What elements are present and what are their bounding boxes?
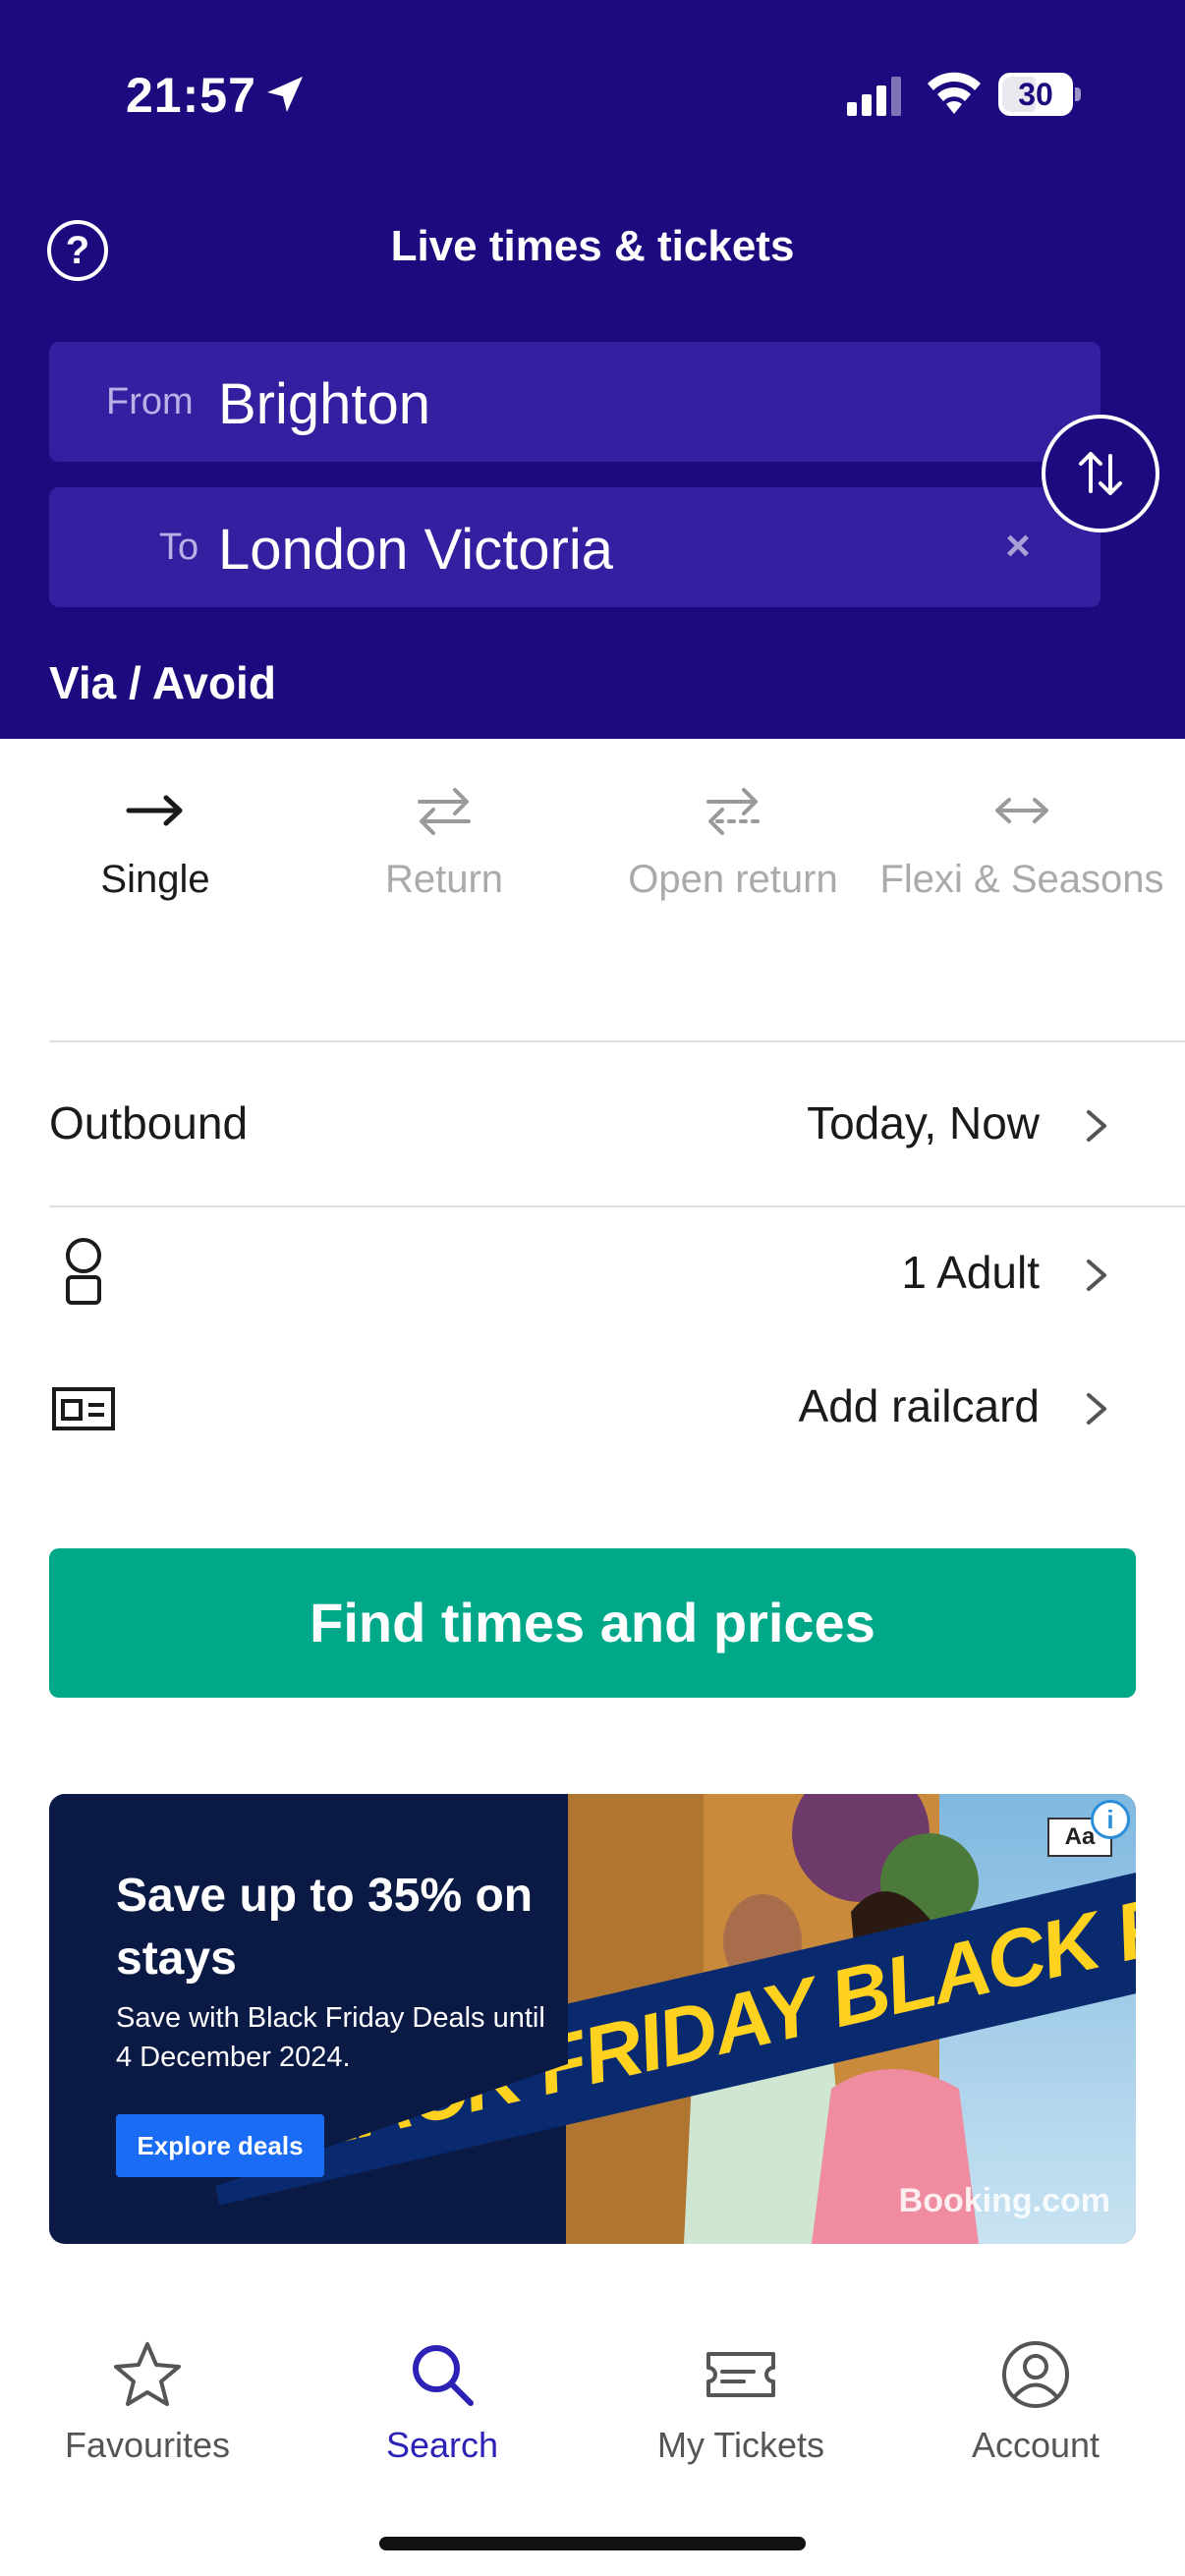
chevron-right-icon (1087, 1260, 1106, 1291)
arrows-return-icon (418, 788, 471, 835)
bottom-nav: Favourites Search My Tickets Account (0, 2319, 1185, 2476)
journey-type-tabs: Single Return Open return Flexi & Season… (0, 776, 1185, 1002)
info-icon[interactable]: i (1091, 1800, 1130, 1839)
status-time: 21:57 (126, 68, 256, 123)
header: 21:57 30 ? Live times & tickets From Bri… (0, 0, 1185, 739)
to-station-field[interactable]: To London Victoria × (49, 487, 1100, 607)
tab-open-return-label: Open return (628, 858, 838, 901)
tab-single-label: Single (100, 858, 210, 901)
via-avoid-link[interactable]: Via / Avoid (49, 656, 276, 709)
ticket-icon (706, 2352, 775, 2397)
outbound-value: Today, Now (807, 1097, 1040, 1148)
from-label: From (106, 381, 194, 422)
outbound-label: Outbound (49, 1097, 249, 1148)
wifi-icon (928, 72, 981, 114)
location-arrow-icon (267, 77, 303, 112)
nav-favourites-label: Favourites (64, 2425, 231, 2465)
nav-my-tickets[interactable]: My Tickets (593, 2338, 888, 2466)
railcard-row[interactable]: Add railcard (0, 1350, 1185, 1468)
tab-open-return[interactable]: Open return (586, 776, 880, 906)
passengers-value: 1 Adult (901, 1247, 1040, 1298)
find-times-button[interactable]: Find times and prices (49, 1548, 1136, 1698)
status-bar: 21:57 30 (0, 0, 1185, 187)
arrow-right-icon (126, 795, 183, 826)
divider (49, 1205, 1185, 1207)
ad-brand: Booking.com (898, 2182, 1110, 2219)
nav-my-tickets-label: My Tickets (656, 2425, 824, 2465)
arrow-left-right-icon (995, 798, 1048, 823)
nav-search-label: Search (385, 2425, 499, 2465)
passengers-row[interactable]: 1 Adult (0, 1216, 1185, 1334)
swap-stations-button[interactable] (1042, 415, 1159, 532)
divider (49, 1040, 1185, 1042)
outbound-row[interactable]: Outbound Today, Now (0, 1067, 1185, 1185)
home-indicator[interactable] (379, 2537, 806, 2550)
ad-banner[interactable]: BLACK FRIDAY BLACK FRIDAY BLACK Save up … (49, 1794, 1136, 2244)
chevron-right-icon (1087, 1110, 1106, 1142)
star-icon (114, 2342, 181, 2406)
ad-subtext: Save with Black Friday Deals until 4 Dec… (116, 2002, 545, 2073)
chevron-right-icon (1087, 1393, 1106, 1425)
swap-vertical-icon (1079, 452, 1122, 495)
nav-account-label: Account (971, 2425, 1100, 2465)
page-title: Live times & tickets (390, 222, 795, 270)
railcard-value: Add railcard (798, 1380, 1040, 1431)
from-station-field[interactable]: From Brighton (49, 342, 1100, 462)
search-icon (413, 2345, 474, 2406)
tab-single[interactable]: Single (8, 776, 303, 906)
from-value: Brighton (218, 372, 431, 436)
nav-account[interactable]: Account (888, 2338, 1183, 2466)
nav-search[interactable]: Search (295, 2338, 590, 2466)
battery-icon: 30 (998, 73, 1081, 116)
clear-destination-icon[interactable]: × (996, 525, 1040, 568)
nav-favourites[interactable]: Favourites (0, 2338, 295, 2466)
tab-return-label: Return (384, 858, 504, 901)
tab-flexi-seasons[interactable]: Flexi & Seasons (875, 776, 1169, 906)
cellular-signal-icon (847, 77, 901, 116)
account-icon (1002, 2341, 1069, 2408)
tab-flexi-seasons-label: Flexi & Seasons (879, 858, 1164, 901)
tab-return[interactable]: Return (297, 776, 592, 906)
person-icon (66, 1238, 101, 1305)
to-label: To (159, 527, 199, 568)
to-value: London Victoria (218, 518, 614, 582)
explore-deals-button[interactable]: Explore deals (116, 2114, 324, 2177)
arrows-open-return-icon (706, 788, 760, 835)
ad-headline: Save up to 35% on stays (116, 1870, 534, 1985)
railcard-icon (52, 1387, 115, 1430)
battery-level: 30 (1018, 77, 1053, 112)
